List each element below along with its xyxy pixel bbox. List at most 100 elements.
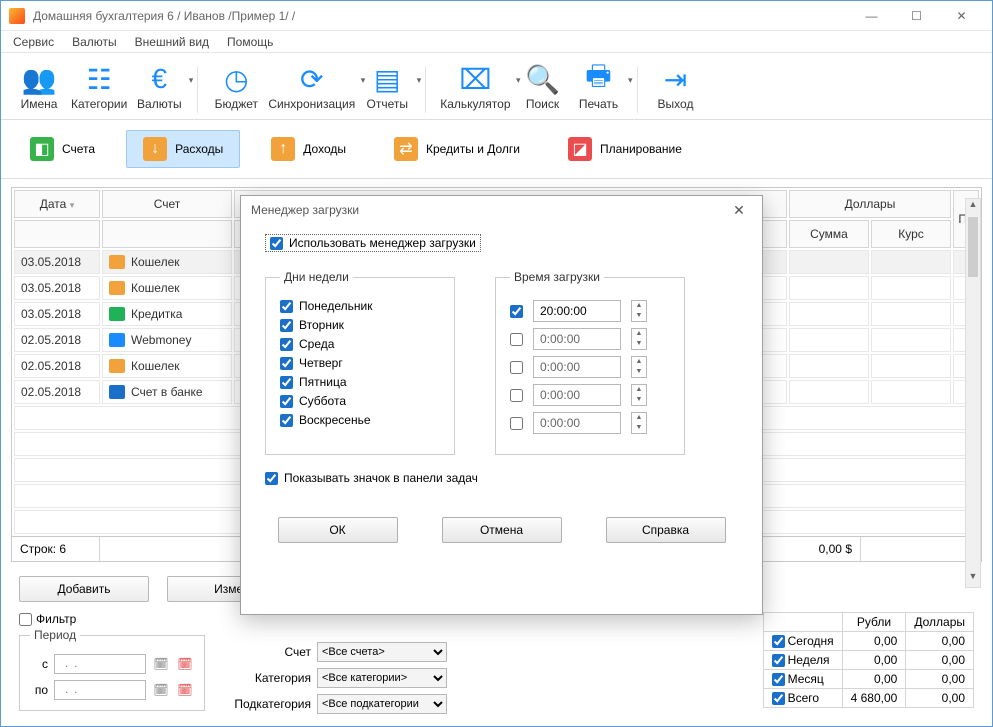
dialog-close-button[interactable]: ✕	[726, 199, 752, 221]
time-row: ▲▼	[510, 328, 670, 350]
summary-checkbox[interactable]	[772, 635, 785, 648]
day-checkbox[interactable]: Пятница	[280, 375, 440, 389]
calendar-clear-icon[interactable]: 🗓	[176, 681, 194, 699]
account-select[interactable]: <Все счета>	[317, 642, 447, 662]
time-spinner[interactable]: ▲▼	[631, 328, 647, 350]
exit-icon: ⇥	[660, 63, 692, 95]
tab-planning[interactable]: ◪Планирование	[551, 130, 699, 168]
time-input[interactable]	[533, 412, 621, 434]
col-rate[interactable]: Курс	[871, 220, 951, 248]
col-date[interactable]: Дата ▾	[14, 190, 100, 218]
day-checkbox[interactable]: Вторник	[280, 318, 440, 332]
menu-view[interactable]: Внешний вид	[129, 33, 215, 51]
gauge-icon: ◷	[220, 63, 252, 95]
time-input[interactable]	[533, 356, 621, 378]
wallet-icon: ◧	[30, 137, 54, 161]
separator	[197, 67, 198, 113]
load-manager-dialog: Менеджер загрузки ✕ Использовать менедже…	[240, 195, 763, 615]
scroll-down-icon[interactable]: ▼	[966, 571, 980, 587]
reports-button[interactable]: ▤Отчеты▾	[359, 61, 415, 113]
time-spinner[interactable]: ▲▼	[631, 384, 647, 406]
tab-income[interactable]: ↑Доходы	[254, 130, 363, 168]
day-checkbox[interactable]: Суббота	[280, 394, 440, 408]
time-checkbox[interactable]	[510, 333, 523, 346]
day-checkbox[interactable]: Среда	[280, 337, 440, 351]
account-icon	[109, 385, 125, 399]
chevron-down-icon[interactable]: ▾	[628, 75, 633, 86]
close-button[interactable]: ✕	[939, 2, 984, 30]
summary-row: Сегодня0,000,00	[763, 632, 973, 651]
sync-icon: ⟳	[296, 63, 328, 95]
time-checkbox[interactable]	[510, 417, 523, 430]
help-button[interactable]: Справка	[606, 517, 726, 543]
calc-button[interactable]: ⌧Калькулятор▾	[436, 61, 514, 113]
chevron-down-icon[interactable]: ▾	[417, 75, 422, 86]
account-icon	[109, 333, 125, 347]
ok-button[interactable]: ОК	[278, 517, 398, 543]
scroll-thumb[interactable]	[968, 217, 978, 277]
planning-icon: ◪	[568, 137, 592, 161]
date-from-input[interactable]	[54, 654, 146, 674]
summary-checkbox[interactable]	[772, 692, 785, 705]
day-checkbox[interactable]: Воскресенье	[280, 413, 440, 427]
filter-checkbox[interactable]: Фильтр	[19, 612, 205, 626]
calculator-icon: ⌧	[459, 63, 491, 95]
tab-credits[interactable]: ⇄Кредиты и Долги	[377, 130, 537, 168]
use-manager-checkbox[interactable]: Использовать менеджер загрузки	[265, 234, 481, 252]
search-button[interactable]: 🔍Поиск	[515, 61, 571, 113]
time-spinner[interactable]: ▲▼	[631, 412, 647, 434]
add-button[interactable]: Добавить	[19, 576, 149, 602]
vertical-scrollbar[interactable]: ▲ ▼	[965, 198, 981, 588]
minimize-button[interactable]: —	[849, 2, 894, 30]
report-icon: ▤	[371, 63, 403, 95]
names-button[interactable]: 👥Имена	[11, 61, 67, 113]
chevron-down-icon[interactable]: ▾	[189, 75, 194, 86]
date-to-input[interactable]	[54, 680, 146, 700]
currencies-button[interactable]: €Валюты▾	[131, 61, 187, 113]
period-fieldset: Период с 🗓 🗓 по 🗓 🗓	[19, 628, 205, 711]
col-sum[interactable]: Сумма	[789, 220, 869, 248]
print-button[interactable]: 🖶Печать▾	[571, 61, 627, 113]
account-icon	[109, 281, 125, 295]
summary-row: Неделя0,000,00	[763, 651, 973, 670]
time-input[interactable]	[533, 384, 621, 406]
tray-checkbox[interactable]: Показывать значок в панели задач	[265, 471, 738, 485]
menu-service[interactable]: Сервис	[7, 33, 60, 51]
budget-button[interactable]: ◷Бюджет	[208, 61, 264, 113]
time-input[interactable]	[533, 300, 621, 322]
subcategory-select[interactable]: <Все подкатегории	[317, 694, 447, 714]
summary-checkbox[interactable]	[772, 673, 785, 686]
day-checkbox[interactable]: Четверг	[280, 356, 440, 370]
calendar-clear-icon[interactable]: 🗓	[176, 655, 194, 673]
summary-checkbox[interactable]	[772, 654, 785, 667]
col-dollars[interactable]: Доллары	[789, 190, 951, 218]
exit-button[interactable]: ⇥Выход	[648, 61, 704, 113]
calendar-icon[interactable]: 🗓	[152, 681, 170, 699]
col-account[interactable]: Счет	[102, 190, 232, 218]
time-checkbox[interactable]	[510, 305, 523, 318]
tab-accounts[interactable]: ◧Счета	[13, 130, 112, 168]
time-checkbox[interactable]	[510, 361, 523, 374]
category-select[interactable]: <Все категории>	[317, 668, 447, 688]
time-spinner[interactable]: ▲▼	[631, 300, 647, 322]
app-icon	[9, 8, 25, 24]
menu-help[interactable]: Помощь	[221, 33, 279, 51]
time-row: ▲▼	[510, 412, 670, 434]
scroll-up-icon[interactable]: ▲	[966, 199, 980, 215]
tree-icon: ☷	[83, 63, 115, 95]
menu-currencies[interactable]: Валюты	[66, 33, 123, 51]
time-checkbox[interactable]	[510, 389, 523, 402]
sync-button[interactable]: ⟳Синхронизация▾	[264, 61, 359, 113]
dialog-titlebar[interactable]: Менеджер загрузки ✕	[241, 196, 762, 224]
calendar-icon[interactable]: 🗓	[152, 655, 170, 673]
time-input[interactable]	[533, 328, 621, 350]
time-spinner[interactable]: ▲▼	[631, 356, 647, 378]
day-checkbox[interactable]: Понедельник	[280, 299, 440, 313]
separator	[425, 67, 426, 113]
tab-expenses[interactable]: ↓Расходы	[126, 130, 240, 168]
categories-button[interactable]: ☷Категории	[67, 61, 131, 113]
account-icon	[109, 255, 125, 269]
maximize-button[interactable]: ☐	[894, 2, 939, 30]
days-fieldset: Дни недели ПонедельникВторникСредаЧетвер…	[265, 270, 455, 455]
cancel-button[interactable]: Отмена	[442, 517, 562, 543]
